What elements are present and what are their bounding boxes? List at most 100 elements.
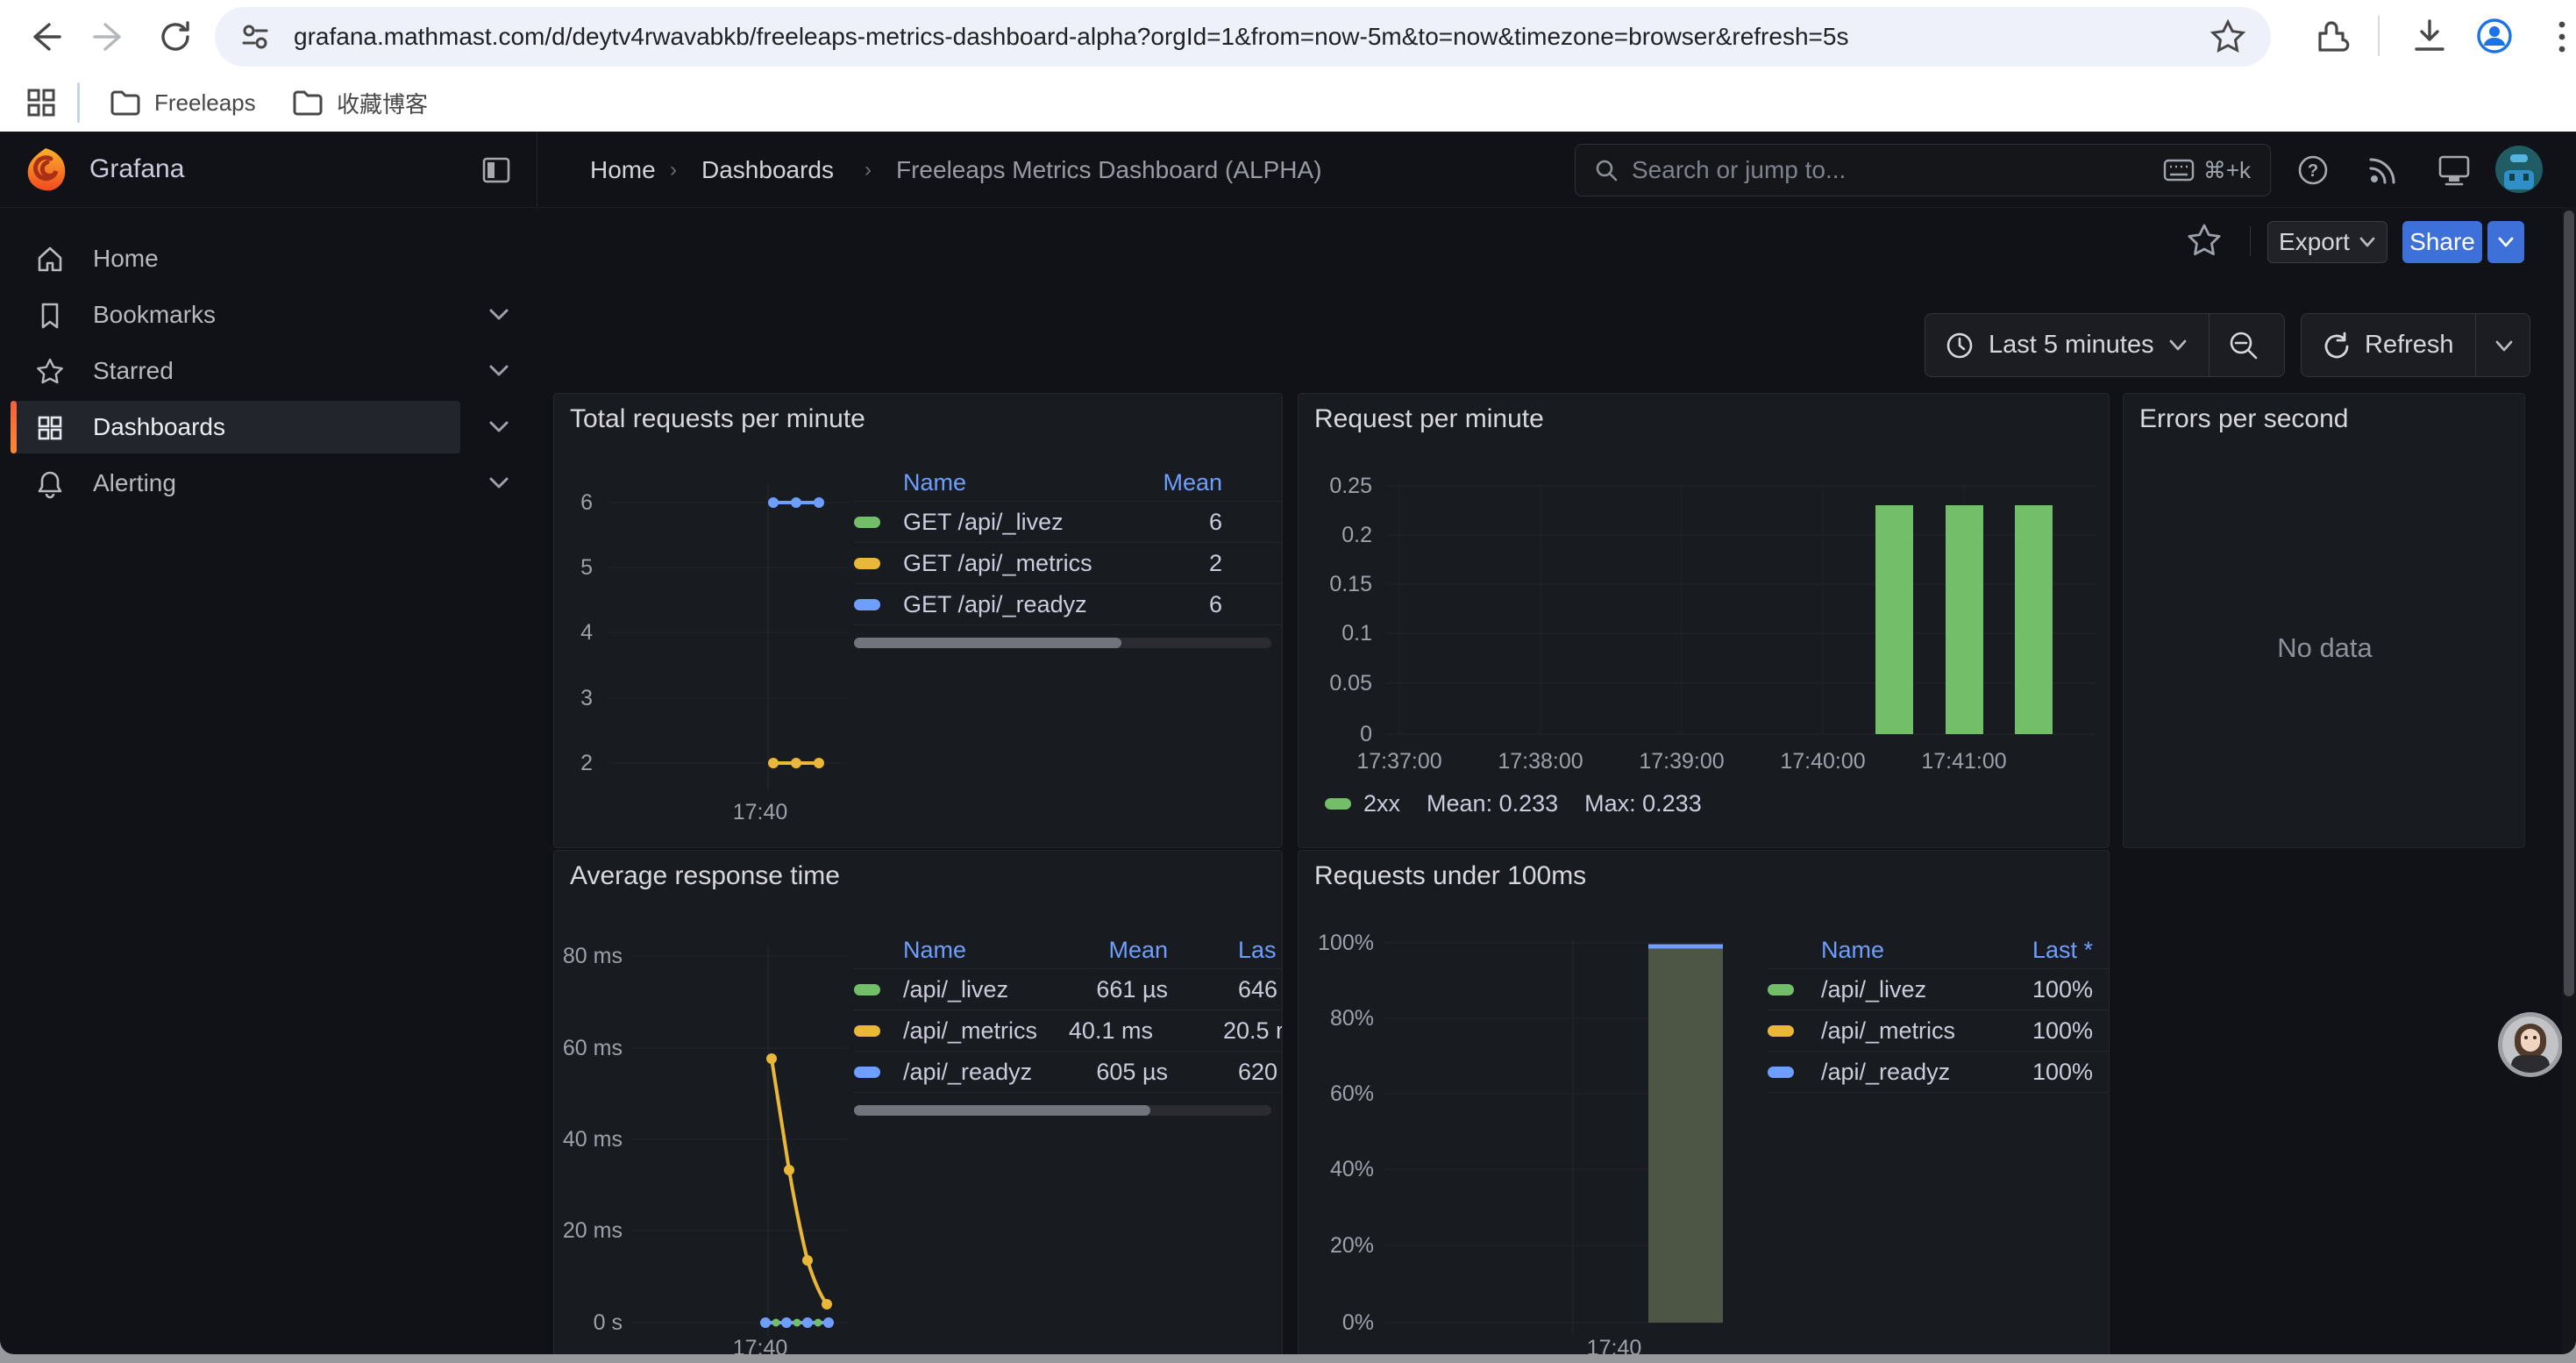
series-name[interactable]: /api/_livez	[1821, 976, 2005, 1003]
legend-header-last[interactable]: Las	[1238, 937, 1277, 964]
legend-row-readyz[interactable]: /api/_readyz 605 µs 620	[854, 1051, 1283, 1093]
series-name[interactable]: /api/_metrics	[1821, 1017, 2005, 1045]
grafana-header: Grafana Home › Dashboards › Freeleaps Me…	[0, 132, 2576, 208]
legend-header-mean[interactable]: Mean	[1143, 469, 1283, 496]
apps-grid-icon[interactable]	[25, 86, 58, 119]
panel-total-requests[interactable]: Total requests per minute 6 5	[553, 393, 1283, 848]
breadcrumb-home[interactable]: Home	[590, 156, 656, 184]
y-tick: 20 ms	[554, 1217, 623, 1244]
legend-row-metrics[interactable]: /api/_metrics 40.1 ms 20.5 r	[854, 1010, 1283, 1051]
forward-icon[interactable]	[91, 18, 130, 56]
share-menu-button[interactable]	[2487, 221, 2524, 263]
series-name[interactable]: /api/_livez	[903, 976, 1054, 1003]
bookmark-star-icon[interactable]	[2210, 18, 2246, 55]
site-settings-icon[interactable]	[238, 19, 273, 54]
search-input[interactable]: Search or jump to... ⌘+k	[1575, 144, 2271, 196]
series-name[interactable]: GET /api/_metrics	[903, 550, 1143, 577]
legend-row-metrics[interactable]: /api/_metrics 100%	[1768, 1010, 2110, 1051]
series-mean: 6	[1143, 509, 1283, 536]
legend-row-livez[interactable]: GET /api/_livez 6	[854, 501, 1283, 542]
series-name[interactable]: GET /api/_livez	[903, 509, 1143, 536]
series-name[interactable]: /api/_readyz	[1821, 1059, 2005, 1086]
bookmark-icon	[35, 301, 65, 331]
legend-scrollbar[interactable]	[854, 638, 1271, 648]
sidebar-item-home[interactable]: Home	[0, 234, 526, 283]
time-range-picker[interactable]: Last 5 minutes	[1925, 313, 2285, 377]
user-avatar[interactable]	[2495, 146, 2543, 193]
panel-average-response-time[interactable]: Average response time	[553, 850, 1283, 1354]
legend-header-row: Name Mean	[854, 464, 1283, 501]
profile-icon[interactable]	[2474, 16, 2515, 56]
legend-header-name[interactable]: Name	[903, 469, 1143, 496]
url-bar[interactable]: grafana.mathmast.com/d/deytv4rwavabkb/fr…	[215, 7, 2271, 67]
favorite-dashboard-icon[interactable]	[2185, 221, 2224, 260]
legend-row-livez[interactable]: /api/_livez 100%	[1768, 968, 2110, 1010]
bookmark-folder-blogs[interactable]: 收藏博客	[291, 81, 428, 125]
panel-errors-per-second[interactable]: Errors per second No data	[2123, 393, 2525, 848]
browser-menu-icon[interactable]	[2544, 18, 2576, 56]
y-tick: 80%	[1299, 1005, 1374, 1031]
y-tick: 6	[554, 489, 593, 516]
series-mean: Mean: 0.233	[1427, 790, 1558, 817]
series-color-pill	[854, 1067, 880, 1078]
series-name[interactable]: /api/_metrics	[903, 1017, 1045, 1045]
clock-icon	[1945, 331, 1975, 360]
sidebar-item-alerting[interactable]: Alerting	[0, 459, 526, 508]
x-tick: 17:39:00	[1620, 748, 1743, 774]
legend-row-metrics[interactable]: GET /api/_metrics 2	[854, 542, 1283, 583]
sidebar-item-dashboards[interactable]: Dashboards	[0, 403, 526, 452]
url-text[interactable]: grafana.mathmast.com/d/deytv4rwavabkb/fr…	[294, 23, 2210, 51]
help-icon[interactable]: ?	[2295, 153, 2330, 188]
chevron-down-icon[interactable]	[2494, 340, 2514, 353]
panel-requests-under-100ms[interactable]: Requests under 100ms 100% 80% 60% 40% 20…	[1298, 850, 2110, 1354]
assistant-avatar-widget[interactable]	[2498, 1012, 2563, 1077]
bookmark-folder-freeleaps[interactable]: Freeleaps	[109, 81, 256, 125]
series-color-pill	[1768, 1025, 1794, 1037]
home-icon	[35, 245, 65, 275]
legend-header-last[interactable]: Last *	[2005, 937, 2110, 964]
legend-header-name[interactable]: Name	[903, 937, 1054, 964]
x-tick: 17:41:00	[1903, 748, 2025, 774]
legend-header-name[interactable]: Name	[1821, 937, 2005, 964]
downloads-icon[interactable]	[2409, 16, 2450, 56]
y-tick: 40%	[1299, 1156, 1374, 1182]
legend-row-readyz[interactable]: GET /api/_readyz 6	[854, 583, 1283, 625]
legend-row-livez[interactable]: /api/_livez 661 µs 646	[854, 968, 1283, 1010]
chevron-down-icon	[487, 420, 510, 434]
reload-icon[interactable]	[156, 18, 195, 56]
sidebar-toggle-icon[interactable]	[480, 154, 512, 186]
extensions-icon[interactable]	[2311, 16, 2352, 56]
sidebar-item-starred[interactable]: Starred	[0, 346, 526, 396]
panel-request-per-minute[interactable]: Request per minute 0.25	[1298, 393, 2110, 848]
sidebar-active-background	[11, 401, 460, 453]
series-metrics-line	[768, 758, 824, 768]
series-name[interactable]: GET /api/_readyz	[903, 591, 1143, 618]
legend-scrollbar[interactable]	[854, 1105, 1271, 1116]
chevron-down-icon	[487, 476, 510, 490]
news-rss-icon[interactable]	[2366, 153, 2401, 188]
legend-inline[interactable]: 2xx Mean: 0.233 Max: 0.233	[1325, 790, 1702, 817]
series-last: 646	[1238, 976, 1277, 1003]
series-last: 20.5 r	[1223, 1017, 1283, 1045]
breadcrumb-dashboards[interactable]: Dashboards	[701, 156, 834, 184]
display-icon[interactable]	[2436, 153, 2473, 188]
series-name[interactable]: 2xx	[1363, 790, 1400, 817]
series-mean: 6	[1143, 591, 1283, 618]
page-scrollbar[interactable]	[2562, 207, 2576, 1354]
legend-row-readyz[interactable]: /api/_readyz 100%	[1768, 1051, 2110, 1093]
panel-title[interactable]: Errors per second	[2139, 404, 2348, 434]
zoom-out-icon[interactable]	[2227, 329, 2260, 362]
page-scrollbar-thumb[interactable]	[2564, 211, 2574, 996]
grafana-brand[interactable]: Grafana	[89, 154, 184, 184]
y-tick: 3	[554, 685, 593, 711]
series-color-pill	[854, 599, 880, 610]
sidebar-item-label: Bookmarks	[93, 301, 216, 329]
export-button[interactable]: Export	[2267, 221, 2387, 263]
back-icon[interactable]	[25, 18, 63, 56]
grafana-logo[interactable]	[23, 146, 68, 192]
legend-header-mean[interactable]: Mean	[1054, 937, 1168, 964]
series-name[interactable]: /api/_readyz	[903, 1059, 1054, 1086]
refresh-button[interactable]: Refresh	[2301, 313, 2530, 377]
share-button[interactable]: Share	[2402, 221, 2482, 263]
sidebar-item-bookmarks[interactable]: Bookmarks	[0, 290, 526, 339]
